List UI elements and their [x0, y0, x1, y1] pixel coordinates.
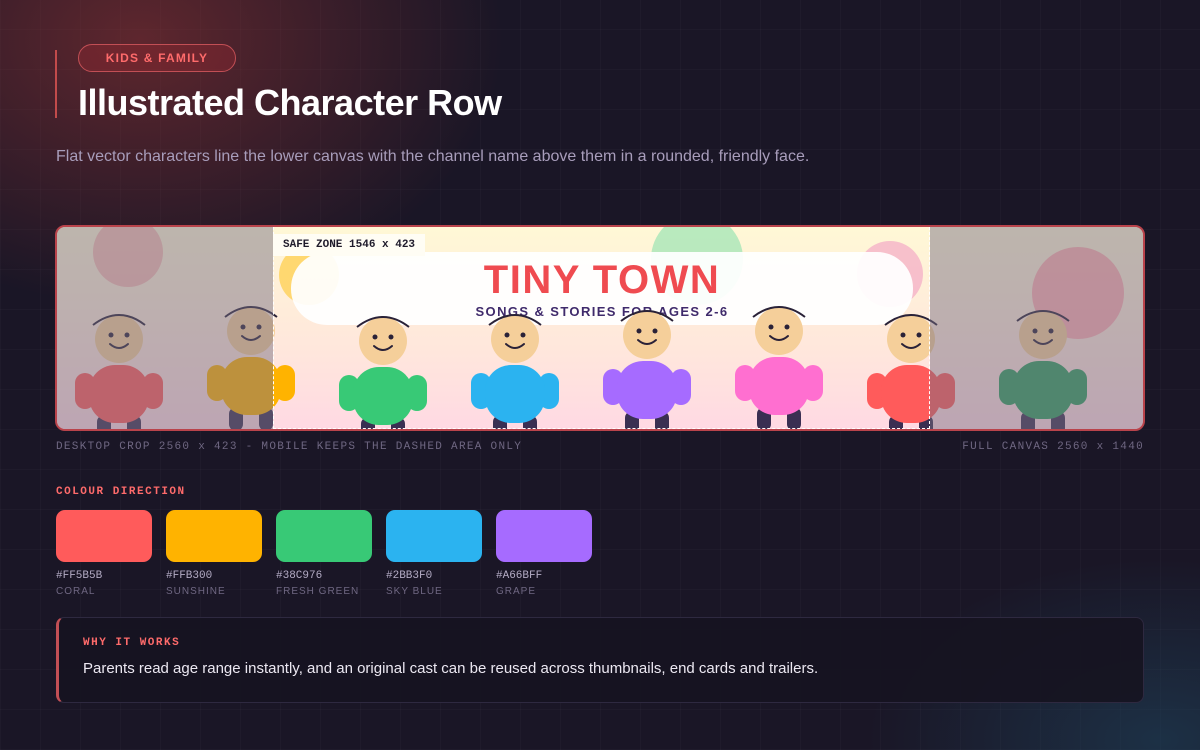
header-accent-line: [55, 50, 57, 118]
why-it-works-card: WHY IT WORKS Parents read age range inst…: [56, 617, 1144, 703]
safe-zone-label: SAFE ZONE 1546 x 423: [273, 234, 426, 256]
why-it-works-heading: WHY IT WORKS: [83, 637, 181, 649]
colour-direction-heading: COLOUR DIRECTION: [56, 486, 186, 498]
swatch-hex: #38C976: [276, 570, 323, 582]
page-title: Illustrated Character Row: [78, 82, 502, 123]
swatch-hex: #2BB3F0: [386, 570, 433, 582]
swatch-fresh-green: #38C976 FRESH GREEN: [276, 510, 372, 597]
swatch-coral: #FF5B5B CORAL: [56, 510, 152, 597]
swatch-name: SUNSHINE: [166, 586, 226, 597]
swatch-name: SKY BLUE: [386, 586, 443, 597]
crop-shade-left: [57, 227, 273, 429]
crop-shade-right: [930, 227, 1143, 429]
swatch-chip: [56, 510, 152, 562]
why-it-works-body: Parents read age range instantly, and an…: [83, 660, 819, 677]
swatch-hex: #A66BFF: [496, 570, 543, 582]
swatch-hex: #FF5B5B: [56, 570, 103, 582]
swatch-name: GRAPE: [496, 586, 537, 597]
swatch-chip: [386, 510, 482, 562]
full-canvas-note: FULL CANVAS 2560 x 1440: [962, 441, 1144, 453]
swatch-chip: [166, 510, 262, 562]
swatch-name: FRESH GREEN: [276, 586, 360, 597]
swatch-chip: [496, 510, 592, 562]
swatch-grape: #A66BFF GRAPE: [496, 510, 592, 597]
swatch-sunshine: #FFB300 SUNSHINE: [166, 510, 262, 597]
category-tag: KIDS & FAMILY: [78, 44, 236, 72]
banner-preview: TINY TOWN SONGS & STORIES FOR AGES 2-6 S…: [55, 225, 1145, 431]
swatch-name: CORAL: [56, 586, 96, 597]
page-subtitle: Flat vector characters line the lower ca…: [56, 148, 810, 165]
swatch-hex: #FFB300: [166, 570, 213, 582]
swatch-chip: [276, 510, 372, 562]
safe-zone-outline: [273, 227, 930, 429]
swatch-sky-blue: #2BB3F0 SKY BLUE: [386, 510, 482, 597]
desktop-crop-note: DESKTOP CROP 2560 x 423 - MOBILE KEEPS T…: [56, 441, 523, 453]
